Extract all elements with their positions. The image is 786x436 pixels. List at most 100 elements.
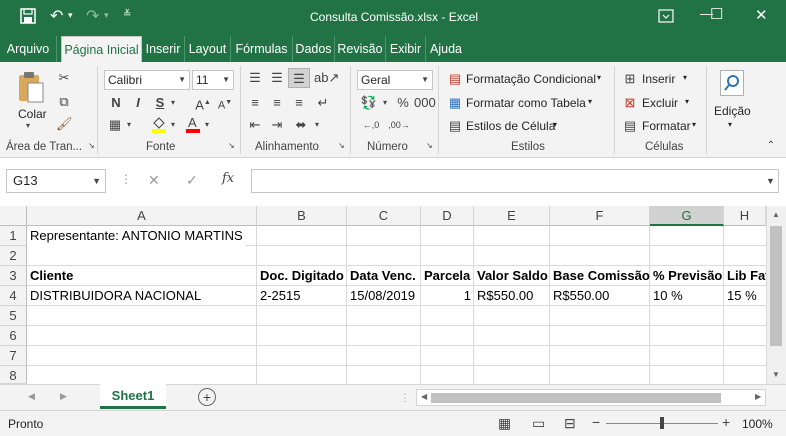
close-button[interactable]: ✕ <box>755 6 768 24</box>
column-header-f[interactable]: F <box>550 206 650 226</box>
delete-dropdown-icon[interactable]: ▾ <box>685 97 689 106</box>
number-launcher-icon[interactable]: ↘ <box>426 141 433 151</box>
redo-icon[interactable]: ↷ <box>86 6 99 26</box>
formula-input[interactable] <box>251 169 779 193</box>
percent-icon[interactable]: % <box>394 93 412 113</box>
borders-dropdown-icon[interactable]: ▾ <box>124 115 134 135</box>
tab-layout[interactable]: Layout <box>185 36 231 62</box>
add-sheet-icon[interactable]: + <box>198 388 216 406</box>
page-layout-view-icon[interactable]: ▭ <box>532 415 545 432</box>
undo-dropdown-icon[interactable]: ▾ <box>68 10 73 21</box>
conditional-formatting-icon[interactable]: ▤ <box>447 69 463 89</box>
decrease-font-icon[interactable]: A▼ <box>216 93 234 113</box>
column-header-g[interactable]: G <box>650 206 724 226</box>
expand-formula-bar-icon[interactable]: ▼ <box>766 176 775 186</box>
horizontal-scroll-thumb[interactable] <box>431 393 721 403</box>
fill-color-icon[interactable] <box>150 115 168 135</box>
format-cells-icon[interactable]: ▤ <box>622 116 638 136</box>
underline-dropdown-icon[interactable]: ▾ <box>168 93 178 113</box>
insert-dropdown-icon[interactable]: ▾ <box>683 73 687 82</box>
horizontal-scrollbar[interactable]: ◀ ▶ <box>416 389 766 406</box>
underline-button[interactable]: S <box>152 93 168 113</box>
clipboard-launcher-icon[interactable]: ↘ <box>88 141 95 151</box>
format-dropdown-icon[interactable]: ▾ <box>692 120 696 129</box>
font-launcher-icon[interactable]: ↘ <box>228 141 235 151</box>
maximize-button[interactable]: ☐ <box>710 5 723 23</box>
borders-icon[interactable]: ▦ <box>106 115 124 135</box>
paste-dropdown-icon[interactable]: ▾ <box>26 121 30 130</box>
column-header-c[interactable]: C <box>347 206 421 226</box>
cell-f4[interactable]: R$550.00 <box>550 286 612 306</box>
currency-dropdown-icon[interactable]: ▾ <box>380 93 390 113</box>
table-dropdown-icon[interactable]: ▾ <box>588 97 592 106</box>
cut-icon[interactable]: ✂ <box>56 68 72 88</box>
column-header-a[interactable]: A <box>27 206 257 226</box>
sheet-prev-icon[interactable]: ◀ <box>28 391 35 402</box>
cell-styles-dropdown-icon[interactable]: ▾ <box>553 120 557 129</box>
redo-dropdown-icon[interactable]: ▾ <box>104 10 109 21</box>
merge-center-icon[interactable]: ⬌ <box>292 115 310 135</box>
font-color-icon[interactable]: A <box>184 115 202 135</box>
number-format-select[interactable]: Geral ▼ <box>357 70 433 90</box>
italic-button[interactable]: I <box>130 93 146 113</box>
cell-h3[interactable]: Lib Fat <box>724 266 766 286</box>
increase-decimal-icon[interactable]: ←,0 <box>360 115 382 135</box>
sheet-next-icon[interactable]: ▶ <box>60 391 67 402</box>
sheet-tab-sheet1[interactable]: Sheet1 <box>100 384 166 409</box>
delete-cells-button[interactable]: Excluir <box>642 96 678 110</box>
zoom-out-icon[interactable]: − <box>592 414 600 430</box>
column-header-d[interactable]: D <box>421 206 474 226</box>
tab-ajuda[interactable]: Ajuda <box>426 36 466 62</box>
zoom-slider-thumb[interactable] <box>660 417 664 429</box>
tab-revisao[interactable]: Revisão <box>335 36 386 62</box>
align-bottom-icon[interactable]: ☰ <box>288 68 310 88</box>
tab-formulas[interactable]: Fórmulas <box>231 36 293 62</box>
align-middle-icon[interactable]: ☰ <box>268 68 286 88</box>
align-left-icon[interactable]: ≡ <box>246 93 264 113</box>
align-right-icon[interactable]: ≡ <box>290 93 308 113</box>
column-header-b[interactable]: B <box>257 206 347 226</box>
cell-a4[interactable]: DISTRIBUIDORA NACIONAL <box>27 286 204 306</box>
cell-e4[interactable]: R$550.00 <box>474 286 536 306</box>
vertical-scroll-thumb[interactable] <box>770 226 782 346</box>
zoom-level[interactable]: 100% <box>742 417 773 431</box>
align-center-icon[interactable]: ≡ <box>268 93 286 113</box>
format-cells-button[interactable]: Formatar <box>642 119 691 133</box>
cancel-icon[interactable]: ✕ <box>148 172 160 189</box>
cell-d4[interactable]: 1 <box>421 286 474 306</box>
row-header-8[interactable]: 8 <box>0 366 27 384</box>
customize-quick-access-icon[interactable]: ≚ <box>123 9 131 20</box>
row-header-7[interactable]: 7 <box>0 346 27 366</box>
name-box[interactable]: G13 ▼ <box>6 169 106 193</box>
zoom-in-icon[interactable]: + <box>722 414 730 430</box>
tab-dados[interactable]: Dados <box>293 36 335 62</box>
scroll-up-icon[interactable]: ▲ <box>772 210 780 219</box>
bold-button[interactable]: N <box>108 93 124 113</box>
tab-exibir[interactable]: Exibir <box>386 36 426 62</box>
cell-a1[interactable]: Representante: ANTONIO MARTINS <box>27 226 246 246</box>
row-header-6[interactable]: 6 <box>0 326 27 346</box>
collapse-ribbon-icon[interactable]: ⌃ <box>764 140 778 152</box>
merge-dropdown-icon[interactable]: ▾ <box>312 115 322 135</box>
cell-styles-button[interactable]: Estilos de Célula <box>466 119 555 133</box>
cell-b3[interactable]: Doc. Digitado <box>257 266 347 286</box>
scroll-down-icon[interactable]: ▼ <box>772 370 780 379</box>
row-header-5[interactable]: 5 <box>0 306 27 326</box>
cell-f3[interactable]: Base Comissão <box>550 266 653 286</box>
delete-cells-icon[interactable]: ⊠ <box>622 93 638 113</box>
row-header-3[interactable]: 3 <box>0 266 27 286</box>
increase-indent-icon[interactable]: ⇥ <box>268 115 286 135</box>
paste-icon[interactable] <box>16 70 46 104</box>
decrease-indent-icon[interactable]: ⇤ <box>246 115 264 135</box>
decrease-decimal-icon[interactable]: ,00→ <box>388 115 410 135</box>
normal-view-icon[interactable]: ▦ <box>498 415 511 432</box>
cell-c3[interactable]: Data Venc. <box>347 266 419 286</box>
tab-inserir[interactable]: Inserir <box>142 36 185 62</box>
scroll-right-icon[interactable]: ▶ <box>755 392 761 401</box>
comma-style-icon[interactable]: 000 <box>414 93 436 113</box>
cell-g4[interactable]: 10 % <box>650 286 686 306</box>
row-header-1[interactable]: 1 <box>0 226 27 246</box>
enter-icon[interactable]: ✓ <box>186 172 198 189</box>
align-top-icon[interactable]: ☰ <box>246 68 264 88</box>
row-header-2[interactable]: 2 <box>0 246 27 266</box>
